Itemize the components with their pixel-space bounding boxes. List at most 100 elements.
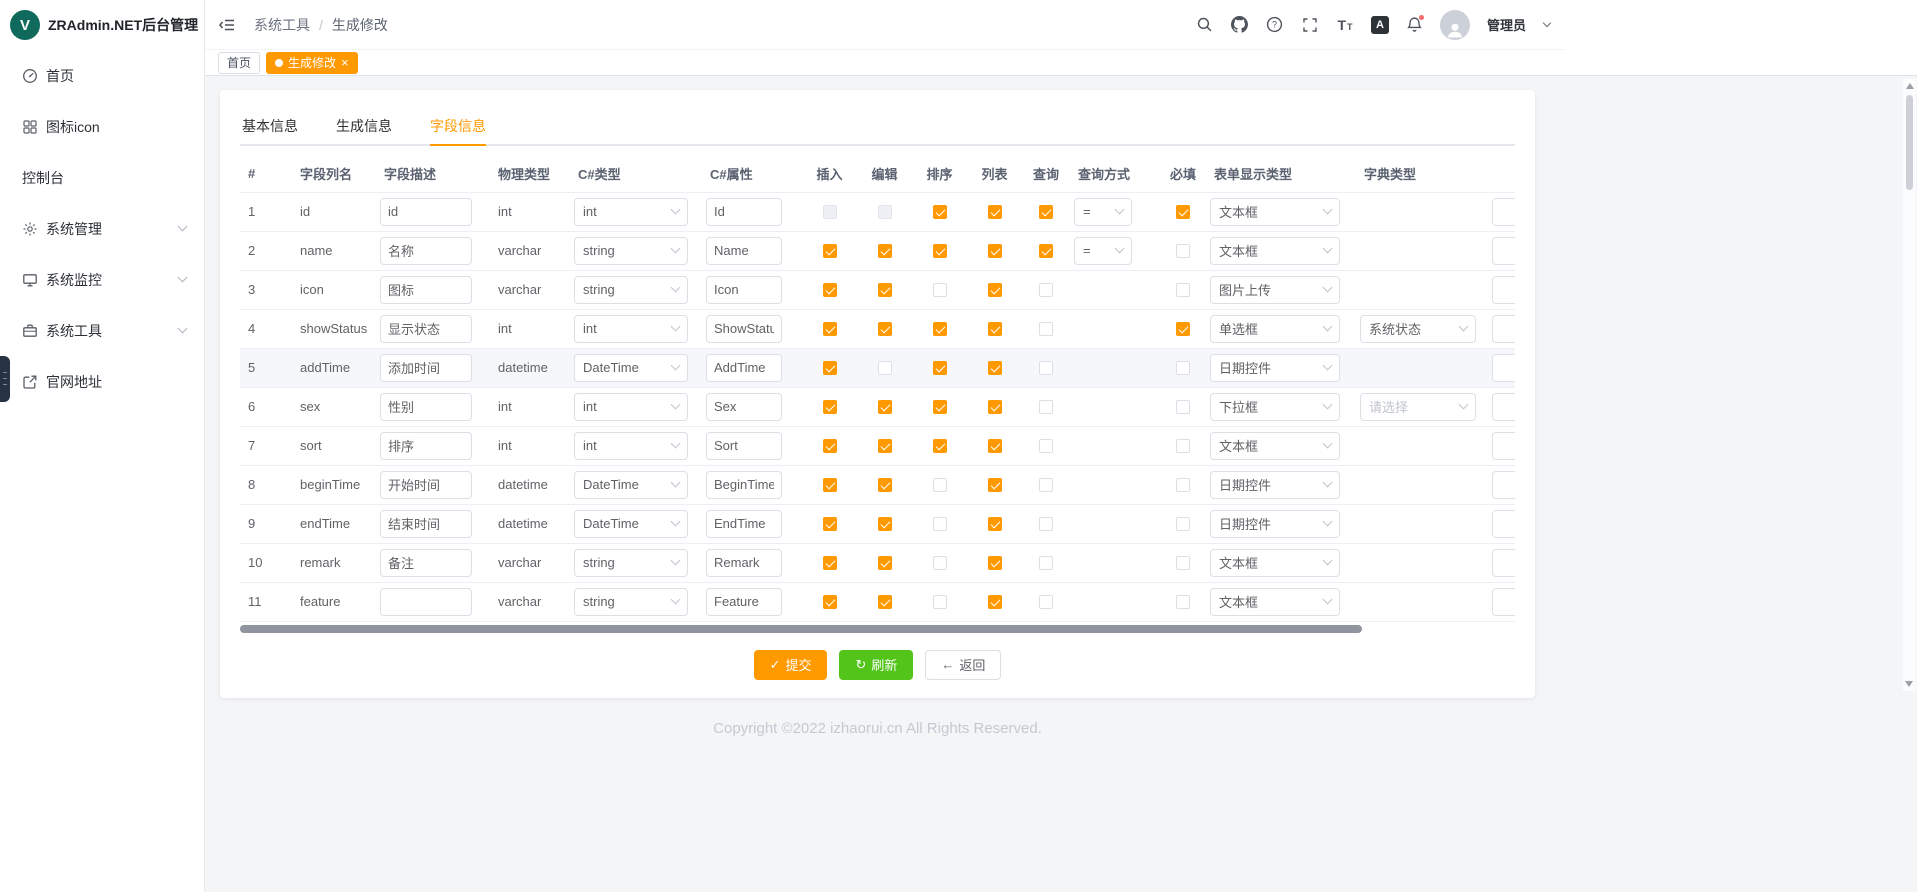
tab-gen-info[interactable]: 生成信息 — [317, 106, 411, 144]
csharp-prop-input[interactable] — [706, 354, 782, 382]
sort-checkbox[interactable] — [933, 517, 947, 531]
list-checkbox[interactable] — [988, 478, 1002, 492]
field-desc-input[interactable] — [380, 198, 472, 226]
list-checkbox[interactable] — [988, 595, 1002, 609]
chevron-down-icon[interactable] — [1543, 19, 1551, 27]
display-type-select[interactable]: 图片上传 — [1210, 276, 1340, 304]
list-checkbox[interactable] — [988, 205, 1002, 219]
avatar[interactable] — [1440, 10, 1470, 40]
csharp-prop-input[interactable] — [706, 393, 782, 421]
tab-basic-info[interactable]: 基本信息 — [240, 106, 317, 144]
csharp-prop-input[interactable] — [706, 549, 782, 577]
sort-checkbox[interactable] — [933, 244, 947, 258]
sidebar-item-system-manage[interactable]: 系统管理 — [0, 203, 204, 254]
tag-home[interactable]: 首页 — [218, 52, 260, 74]
insert-checkbox[interactable] — [823, 283, 837, 297]
required-checkbox[interactable] — [1176, 439, 1190, 453]
edit-checkbox[interactable] — [878, 439, 892, 453]
query-checkbox[interactable] — [1039, 478, 1053, 492]
required-checkbox[interactable] — [1176, 517, 1190, 531]
csharp-prop-input[interactable] — [706, 315, 782, 343]
required-checkbox[interactable] — [1176, 205, 1190, 219]
overflow-input[interactable] — [1492, 471, 1515, 499]
field-desc-input[interactable] — [380, 432, 472, 460]
overflow-input[interactable] — [1492, 432, 1515, 460]
csharp-prop-input[interactable] — [706, 432, 782, 460]
csharp-type-select[interactable]: string — [574, 549, 688, 577]
query-checkbox[interactable] — [1039, 244, 1053, 258]
display-type-select[interactable]: 文本框 — [1210, 588, 1340, 616]
csharp-type-select[interactable]: DateTime — [574, 354, 688, 382]
sidebar-item-system-monitor[interactable]: 系统监控 — [0, 254, 204, 305]
field-desc-input[interactable] — [380, 354, 472, 382]
submit-button[interactable]: ✓提交 — [754, 650, 828, 680]
required-checkbox[interactable] — [1176, 400, 1190, 414]
dict-type-select[interactable]: 系统状态 — [1360, 315, 1476, 343]
csharp-prop-input[interactable] — [706, 588, 782, 616]
field-desc-input[interactable] — [380, 315, 472, 343]
query-checkbox[interactable] — [1039, 322, 1053, 336]
overflow-input[interactable] — [1492, 549, 1515, 577]
insert-checkbox[interactable] — [823, 400, 837, 414]
csharp-type-select[interactable]: DateTime — [574, 510, 688, 538]
dict-type-select[interactable]: 请选择 — [1360, 393, 1476, 421]
list-checkbox[interactable] — [988, 400, 1002, 414]
display-type-select[interactable]: 文本框 — [1210, 198, 1340, 226]
csharp-type-select[interactable]: int — [574, 393, 688, 421]
csharp-type-select[interactable]: int — [574, 315, 688, 343]
sidebar-item-console[interactable]: 控制台 — [0, 152, 204, 203]
query-checkbox[interactable] — [1039, 400, 1053, 414]
field-desc-input[interactable] — [380, 393, 472, 421]
insert-checkbox[interactable] — [823, 556, 837, 570]
required-checkbox[interactable] — [1176, 478, 1190, 492]
scroll-up-arrow[interactable] — [1906, 83, 1914, 89]
breadcrumb-item[interactable]: 系统工具 — [254, 15, 310, 35]
list-checkbox[interactable] — [988, 283, 1002, 297]
insert-checkbox[interactable] — [823, 595, 837, 609]
required-checkbox[interactable] — [1176, 283, 1190, 297]
edit-checkbox[interactable] — [878, 322, 892, 336]
insert-checkbox[interactable] — [823, 439, 837, 453]
query-checkbox[interactable] — [1039, 439, 1053, 453]
github-icon[interactable] — [1230, 15, 1250, 35]
field-desc-input[interactable] — [380, 471, 472, 499]
insert-checkbox[interactable] — [823, 322, 837, 336]
query-checkbox[interactable] — [1039, 361, 1053, 375]
breadcrumb-item[interactable]: 生成修改 — [332, 15, 388, 35]
help-icon[interactable]: ? — [1265, 15, 1285, 35]
query-checkbox[interactable] — [1039, 517, 1053, 531]
list-checkbox[interactable] — [988, 322, 1002, 336]
sort-checkbox[interactable] — [933, 400, 947, 414]
csharp-prop-input[interactable] — [706, 237, 782, 265]
edit-checkbox[interactable] — [878, 400, 892, 414]
csharp-prop-input[interactable] — [706, 198, 782, 226]
sidebar-item-system-tools[interactable]: 系统工具 — [0, 305, 204, 356]
list-checkbox[interactable] — [988, 361, 1002, 375]
list-checkbox[interactable] — [988, 517, 1002, 531]
required-checkbox[interactable] — [1176, 595, 1190, 609]
back-button[interactable]: ←返回 — [925, 650, 1001, 680]
required-checkbox[interactable] — [1176, 556, 1190, 570]
display-type-select[interactable]: 单选框 — [1210, 315, 1340, 343]
search-icon[interactable] — [1195, 15, 1215, 35]
query-method-select[interactable]: = — [1074, 237, 1132, 265]
query-checkbox[interactable] — [1039, 205, 1053, 219]
language-icon[interactable]: A — [1370, 15, 1390, 35]
sort-checkbox[interactable] — [933, 478, 947, 492]
sort-checkbox[interactable] — [933, 322, 947, 336]
sort-checkbox[interactable] — [933, 556, 947, 570]
sort-checkbox[interactable] — [933, 361, 947, 375]
field-desc-input[interactable] — [380, 276, 472, 304]
csharp-type-select[interactable]: string — [574, 588, 688, 616]
display-type-select[interactable]: 文本框 — [1210, 549, 1340, 577]
sort-checkbox[interactable] — [933, 439, 947, 453]
field-desc-input[interactable] — [380, 549, 472, 577]
overflow-input[interactable] — [1492, 276, 1515, 304]
theme-drawer-handle[interactable] — [0, 356, 10, 402]
list-checkbox[interactable] — [988, 439, 1002, 453]
csharp-prop-input[interactable] — [706, 471, 782, 499]
list-checkbox[interactable] — [988, 556, 1002, 570]
fullscreen-icon[interactable] — [1300, 15, 1320, 35]
csharp-prop-input[interactable] — [706, 276, 782, 304]
collapse-sidebar-icon[interactable] — [218, 15, 238, 35]
